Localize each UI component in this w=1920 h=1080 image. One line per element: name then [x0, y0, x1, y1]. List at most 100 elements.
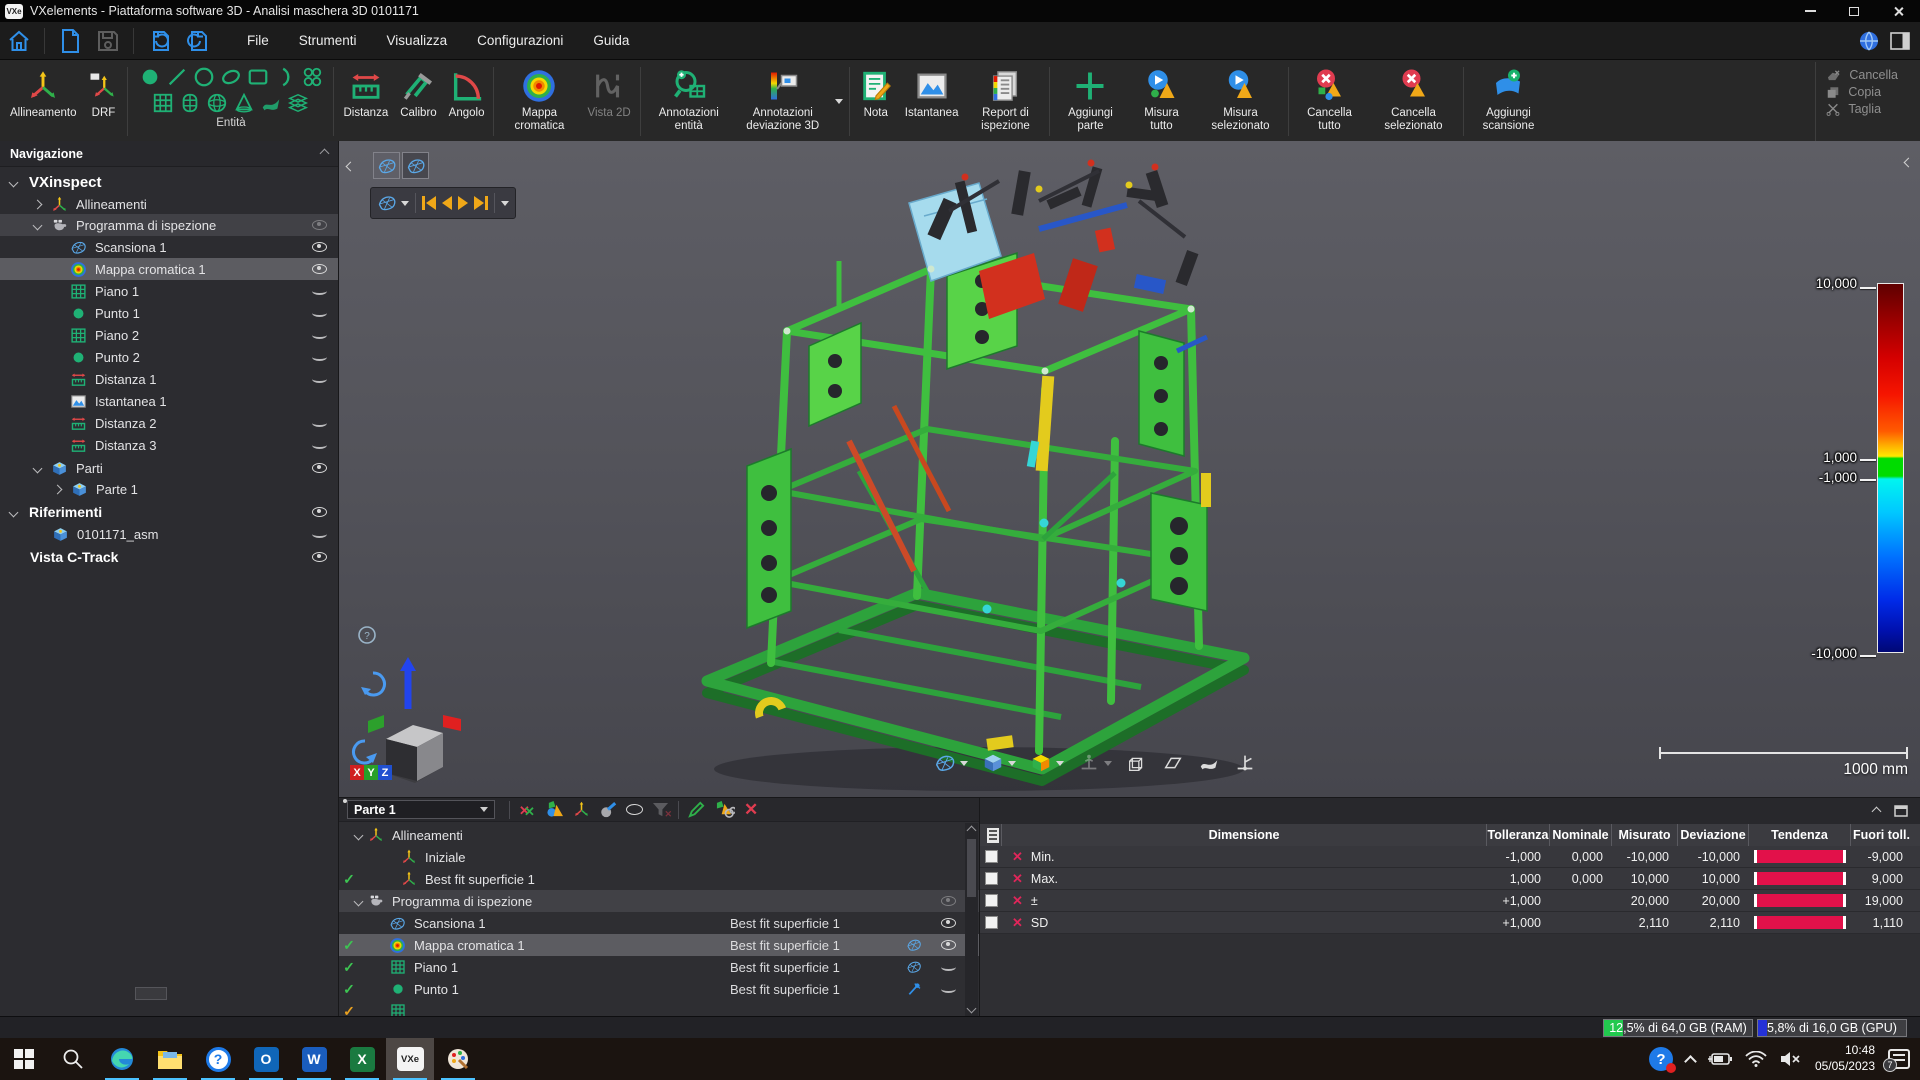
start-button[interactable] — [0, 1038, 48, 1080]
part-row-mappa-cromatica[interactable]: Mappa cromatica 1Best fit superficie 1 — [339, 934, 980, 956]
export-session-icon[interactable] — [178, 24, 216, 58]
mappa-cromatica-button[interactable]: Mappa cromatica — [497, 62, 581, 141]
sidebar-item-punto-2[interactable]: Punto 2 — [0, 346, 339, 368]
row-checkbox[interactable] — [985, 894, 998, 907]
wifi-icon[interactable] — [1745, 1051, 1767, 1067]
sidebar-item-distanza-1[interactable]: Distanza 1 — [0, 368, 339, 390]
taskbar-edge-icon[interactable] — [98, 1038, 146, 1080]
menu-guida[interactable]: Guida — [578, 22, 644, 60]
visibility-eye-icon[interactable] — [312, 552, 327, 562]
entity-pattern-icon[interactable] — [298, 64, 325, 90]
misura-selezionato-button[interactable]: Misura selezionato — [1195, 62, 1285, 141]
language-globe-icon[interactable] — [1858, 30, 1880, 52]
entity-ellipse-icon[interactable] — [217, 64, 244, 90]
home-icon[interactable] — [0, 24, 38, 58]
close-button[interactable] — [1876, 0, 1920, 22]
panel-resize-grip[interactable] — [135, 987, 167, 1000]
visibility-hidden-icon[interactable] — [312, 353, 327, 361]
annotazioni-deviazione-button[interactable]: Annotazioni deviazione 3D — [734, 62, 832, 141]
taskbar-paint-icon[interactable] — [434, 1038, 482, 1080]
layout-panels-icon[interactable] — [1890, 32, 1910, 50]
show-hide-icon[interactable] — [626, 804, 643, 815]
aggiungi-scansione-button[interactable]: Aggiungi scansione — [1467, 62, 1549, 141]
part-row-piano-1[interactable]: Piano 1Best fit superficie 1 — [339, 956, 966, 978]
mesh-display-dropdown[interactable] — [934, 752, 968, 774]
report-button[interactable]: Report di ispezione — [964, 62, 1046, 141]
plane-display-button[interactable] — [1162, 752, 1184, 774]
surface-display-button[interactable] — [1198, 752, 1220, 774]
taskbar-clock[interactable]: 10:48 05/05/2023 — [1815, 1043, 1875, 1074]
probe-link-icon[interactable] — [905, 981, 923, 997]
sidebar-item-piano-1[interactable]: Piano 1 — [0, 280, 339, 302]
sidebar-item-allineamenti[interactable]: Allineamenti — [0, 193, 339, 215]
scan-link-icon[interactable] — [905, 959, 923, 975]
sidebar-item-distanza-2[interactable]: Distanza 2 — [0, 412, 339, 434]
tray-expand-icon[interactable] — [1684, 1055, 1697, 1068]
taskbar-excel-icon[interactable]: X — [338, 1038, 386, 1080]
taskbar-vxelements-icon[interactable]: VXe — [386, 1038, 434, 1080]
result-row-sd[interactable]: SD +1,000 2,110 2,110 1,110 — [980, 912, 1920, 934]
header-fuori-toll[interactable]: Fuori toll. — [1851, 824, 1912, 846]
new-document-icon[interactable] — [51, 24, 89, 58]
visibility-eye-icon[interactable] — [312, 220, 327, 230]
visibility-eye-icon[interactable] — [312, 242, 327, 252]
menu-visualizza[interactable]: Visualizza — [372, 22, 463, 60]
shaded-display-dropdown[interactable] — [982, 752, 1016, 774]
sidebar-item-vista-c-track[interactable]: Vista C-Track — [0, 546, 339, 568]
cancella-selezionato-button[interactable]: Cancella selezionato — [1366, 62, 1460, 141]
support-help-icon[interactable]: ? — [1649, 1047, 1673, 1071]
scroll-down-icon[interactable] — [967, 1004, 977, 1014]
notification-center-icon[interactable]: 7 — [1888, 1049, 1910, 1069]
part-row-programma[interactable]: Programma di ispezione — [339, 890, 980, 912]
part-row-allineamenti[interactable]: Allineamenti — [339, 824, 966, 846]
visibility-hidden-icon[interactable] — [312, 419, 327, 427]
entities-filter-icon[interactable] — [545, 801, 564, 818]
drf-button[interactable]: DRF — [82, 62, 124, 141]
istantanea-button[interactable]: Istantanea — [899, 62, 965, 141]
edit-pencil-icon[interactable] — [688, 801, 705, 818]
visibility-eye-icon[interactable] — [312, 507, 327, 517]
visibility-hidden-icon[interactable] — [312, 530, 327, 538]
visibility-hidden-icon[interactable] — [312, 441, 327, 449]
link-entities-icon[interactable] — [714, 801, 735, 818]
paint-annotation-icon[interactable] — [599, 801, 617, 818]
header-deviazione[interactable]: Deviazione — [1678, 824, 1749, 846]
annotazioni-deviazione-dropdown[interactable] — [832, 62, 846, 141]
row-checkbox[interactable] — [985, 850, 998, 863]
taskbar-outlook-icon[interactable]: O — [242, 1038, 290, 1080]
visibility-eye-icon[interactable] — [312, 264, 327, 274]
part-row-punto-1[interactable]: Punto 1Best fit superficie 1 — [339, 978, 966, 1000]
wireframe-cube-button[interactable] — [1126, 752, 1148, 774]
result-row-max[interactable]: Max. 1,000 0,000 10,000 10,000 9,000 — [980, 868, 1920, 890]
clipping-plane-button[interactable] — [1234, 752, 1256, 774]
header-nominale[interactable]: Nominale — [1550, 824, 1612, 846]
row-checkbox[interactable] — [985, 916, 998, 929]
taskbar-word-icon[interactable]: W — [290, 1038, 338, 1080]
header-tendenza[interactable]: Tendenza — [1749, 824, 1851, 846]
part-row-iniziale[interactable]: Iniziale — [339, 846, 966, 868]
result-row-plusminus[interactable]: ± +1,000 20,000 20,000 19,000 — [980, 890, 1920, 912]
visibility-eye-icon[interactable] — [941, 896, 956, 906]
taskbar-explorer-icon[interactable] — [146, 1038, 194, 1080]
scroll-up-icon[interactable] — [967, 826, 977, 836]
entity-rectangle-icon[interactable] — [244, 64, 271, 90]
visibility-hidden-icon[interactable] — [941, 985, 956, 993]
visibility-hidden-icon[interactable] — [312, 309, 327, 317]
entity-cone-icon[interactable] — [231, 90, 258, 116]
entity-circle-icon[interactable] — [190, 64, 217, 90]
header-misurato[interactable]: Misurato — [1612, 824, 1678, 846]
filter-disabled-icon[interactable]: ✕ — [652, 802, 669, 818]
entity-cross-section-icon[interactable] — [285, 90, 312, 116]
maximize-button[interactable] — [1832, 0, 1876, 22]
collapse-panel-icon[interactable] — [320, 149, 330, 159]
sidebar-item-mappa-cromatica-1[interactable]: Mappa cromatica 1 — [0, 258, 339, 280]
cancella-tutto-button[interactable]: Cancella tutto — [1292, 62, 1366, 141]
scan-link-icon[interactable] — [905, 937, 923, 953]
calibro-button[interactable]: Calibro — [394, 62, 442, 141]
sidebar-item-istantanea-1[interactable]: Istantanea 1 — [0, 390, 339, 412]
copia-button[interactable]: Copia — [1826, 85, 1898, 99]
import-session-icon[interactable] — [140, 24, 178, 58]
scrollbar-thumb[interactable] — [967, 839, 976, 897]
entity-plane-icon[interactable] — [150, 90, 177, 116]
inspection-model-colormap[interactable] — [339, 141, 1920, 797]
